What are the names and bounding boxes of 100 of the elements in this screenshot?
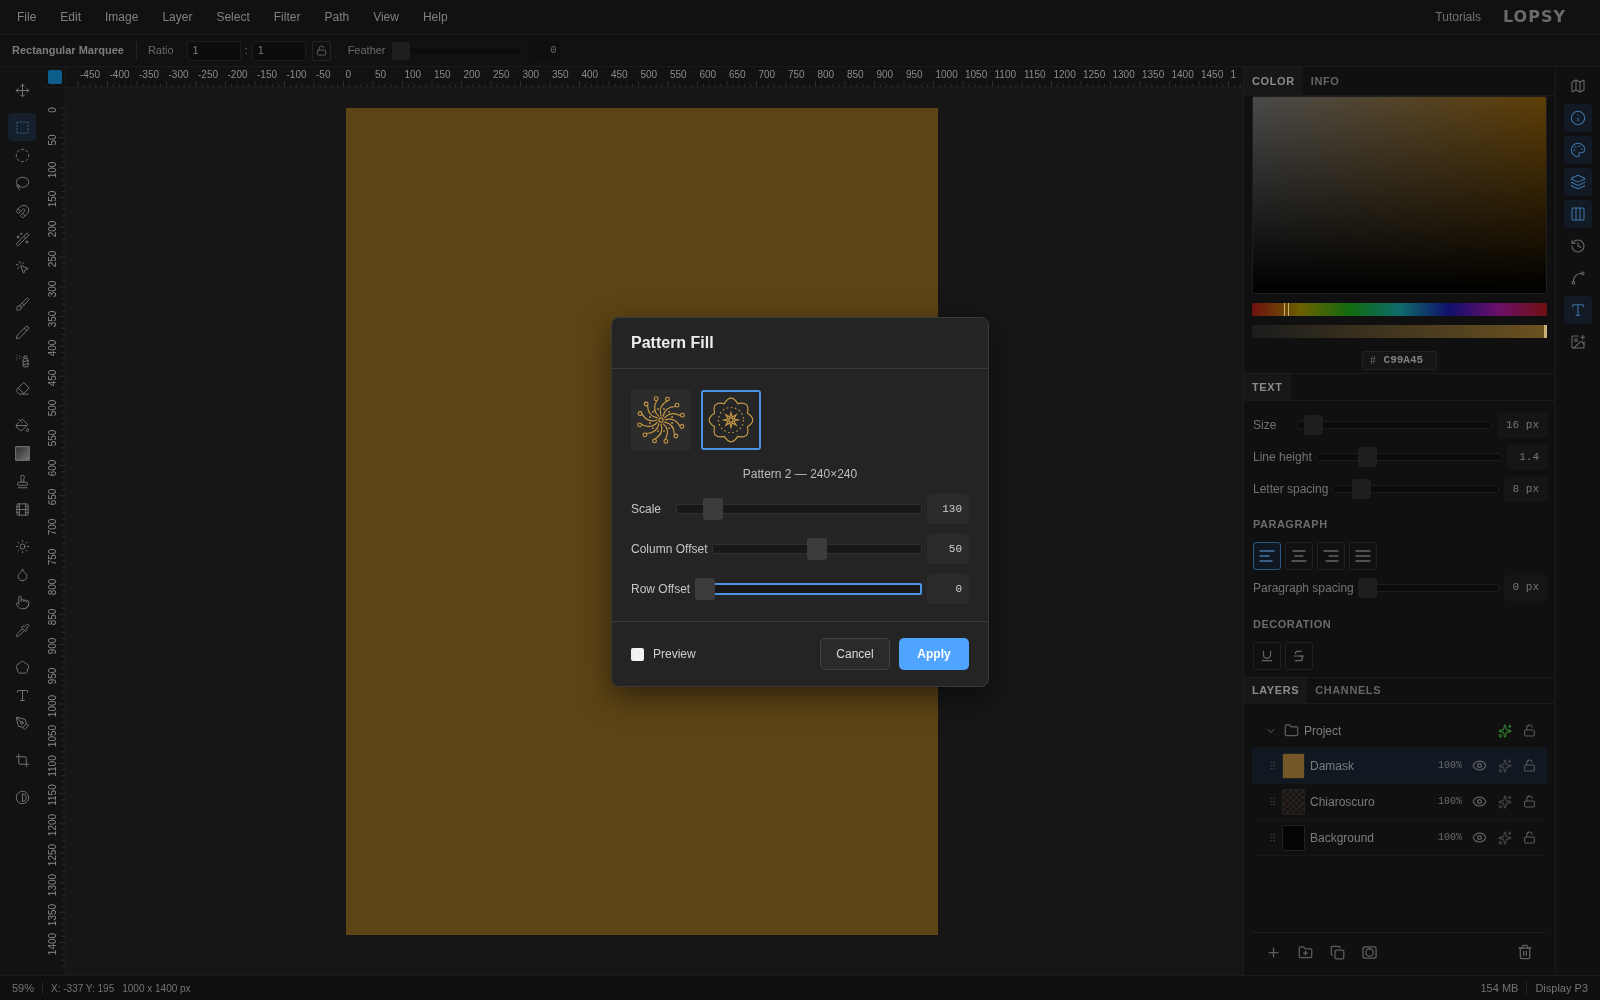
menu-item[interactable]: Path bbox=[324, 8, 350, 26]
history-icon bbox=[1570, 238, 1586, 254]
ruler-label: 800 bbox=[46, 578, 58, 596]
drag-handle-icon[interactable] bbox=[1267, 832, 1278, 843]
ruler-label: 450 bbox=[46, 369, 58, 387]
ruler-label: 1250 bbox=[46, 843, 58, 867]
trash-icon[interactable] bbox=[1517, 944, 1533, 960]
ratio-lock-button[interactable] bbox=[311, 40, 331, 61]
unlock-icon[interactable] bbox=[1523, 795, 1536, 808]
dashed-rectangle-tool-button[interactable] bbox=[8, 113, 36, 141]
ratio-height-field[interactable]: 1 bbox=[251, 40, 306, 61]
hex-prefix: # bbox=[1370, 354, 1376, 368]
drag-handle-icon[interactable] bbox=[1267, 796, 1278, 807]
panel-tab[interactable]: COLOR bbox=[1244, 67, 1303, 95]
ruler-label: 1100 bbox=[46, 754, 58, 777]
value-field[interactable]: 0 px bbox=[1503, 574, 1548, 601]
curve-icon bbox=[1570, 270, 1586, 286]
alpha-slider[interactable] bbox=[1252, 325, 1547, 338]
crop-icon bbox=[14, 752, 30, 768]
slider-thumb[interactable] bbox=[703, 498, 724, 520]
layer-row[interactable]: Chiaroscuro 100% bbox=[1252, 784, 1547, 820]
layer-row[interactable]: Damask 100% bbox=[1252, 748, 1547, 784]
apply-button[interactable]: Apply bbox=[899, 638, 969, 670]
ruler-label: 150 bbox=[46, 191, 58, 208]
menu-item[interactable]: Help bbox=[422, 8, 448, 26]
layers-panel-button[interactable] bbox=[1564, 168, 1592, 196]
value-field[interactable]: 0 bbox=[927, 574, 969, 604]
paint-bucket-icon bbox=[14, 417, 30, 433]
sparkle-icon[interactable] bbox=[1498, 723, 1512, 738]
panel-tab[interactable]: TEXT bbox=[1244, 374, 1291, 400]
unlock-icon[interactable] bbox=[1523, 831, 1536, 844]
palette-panel-button[interactable] bbox=[1564, 136, 1592, 164]
layer-row[interactable]: Background 100% bbox=[1252, 820, 1547, 856]
alignment-button[interactable] bbox=[1349, 541, 1377, 570]
copy-icon[interactable] bbox=[1330, 944, 1345, 960]
alignment-button[interactable] bbox=[1285, 541, 1313, 570]
ruler-label: 350 bbox=[46, 310, 58, 327]
pattern-thumbnail[interactable] bbox=[631, 390, 691, 450]
value-field[interactable]: 1.4 bbox=[1507, 444, 1548, 470]
decoration-button[interactable] bbox=[1253, 642, 1281, 670]
sparkle-icon[interactable] bbox=[1498, 830, 1512, 845]
unlock-icon[interactable] bbox=[1523, 724, 1536, 737]
menu-item[interactable]: View bbox=[373, 8, 399, 26]
pen-nib-icon bbox=[14, 715, 30, 731]
alignment-button[interactable] bbox=[1253, 541, 1281, 570]
preview-checkbox[interactable] bbox=[631, 647, 644, 661]
pattern-thumbnail[interactable] bbox=[701, 390, 761, 450]
palette-icon bbox=[1570, 142, 1586, 158]
columns-panel-button[interactable] bbox=[1564, 200, 1592, 228]
swirl-pattern-icon bbox=[636, 395, 686, 445]
panel-tab[interactable]: LAYERS bbox=[1244, 678, 1308, 703]
panel-tab[interactable]: CHANNELS bbox=[1307, 678, 1390, 703]
folder-plus-icon[interactable] bbox=[1298, 944, 1313, 960]
hue-slider-handle[interactable] bbox=[1283, 303, 1289, 316]
menu-item[interactable]: Select bbox=[216, 8, 250, 26]
ruler-label: 0 bbox=[46, 107, 58, 113]
spray-can-icon bbox=[14, 352, 30, 368]
menu-item[interactable]: Image bbox=[105, 8, 139, 26]
sparkle-icon[interactable] bbox=[1498, 758, 1512, 773]
layer-opacity: 100% bbox=[1438, 795, 1462, 809]
slider-thumb[interactable] bbox=[807, 538, 828, 560]
slider-track[interactable] bbox=[695, 578, 922, 600]
value-field[interactable]: 50 bbox=[927, 534, 969, 564]
value-field[interactable]: 16 px bbox=[1497, 412, 1548, 438]
decoration-button[interactable] bbox=[1285, 642, 1313, 670]
drag-handle-icon[interactable] bbox=[1267, 760, 1278, 771]
menu-item[interactable]: Edit bbox=[60, 8, 82, 26]
circle-in-rectangle-icon[interactable] bbox=[1362, 944, 1377, 960]
menu-item[interactable]: File bbox=[17, 8, 37, 26]
ruler-label: 1400 bbox=[46, 933, 58, 956]
slider-track[interactable] bbox=[712, 538, 922, 560]
alpha-slider-handle[interactable] bbox=[1544, 325, 1547, 338]
cancel-button[interactable]: Cancel bbox=[820, 638, 890, 670]
slider-track[interactable] bbox=[676, 498, 922, 520]
color-picker-area[interactable] bbox=[1252, 96, 1547, 294]
info-panel-button[interactable] bbox=[1564, 104, 1592, 132]
hex-field[interactable]: # C99A45 bbox=[1362, 351, 1437, 370]
text-panel-button[interactable] bbox=[1564, 296, 1592, 324]
tutorials-link[interactable]: Tutorials bbox=[1435, 8, 1481, 26]
pattern-caption: Pattern 2 — 240×240 bbox=[742, 466, 858, 483]
menu-item[interactable]: Layer bbox=[162, 8, 193, 26]
ruler-label: -50 bbox=[316, 69, 331, 80]
ruler-label: 550 bbox=[670, 69, 687, 80]
panel-tab[interactable]: INFO bbox=[1302, 67, 1348, 95]
ruler-label: -300 bbox=[168, 69, 189, 80]
sparkle-icon[interactable] bbox=[1498, 794, 1512, 809]
ratio-width-field[interactable]: 1 bbox=[186, 40, 241, 61]
eye-icon[interactable] bbox=[1472, 794, 1487, 809]
ruler-label: -250 bbox=[198, 69, 218, 80]
eye-icon[interactable] bbox=[1472, 830, 1487, 845]
unlock-icon[interactable] bbox=[1523, 759, 1536, 772]
droplet-icon bbox=[14, 566, 30, 582]
value-field[interactable]: 8 px bbox=[1503, 476, 1548, 502]
alignment-button[interactable] bbox=[1317, 541, 1345, 570]
plus-icon[interactable] bbox=[1266, 944, 1281, 960]
menu-item[interactable]: Filter bbox=[273, 8, 301, 26]
hue-slider[interactable] bbox=[1252, 303, 1547, 316]
eye-icon[interactable] bbox=[1472, 758, 1487, 773]
slider-thumb[interactable] bbox=[695, 578, 716, 600]
value-field[interactable]: 130 bbox=[927, 494, 969, 524]
